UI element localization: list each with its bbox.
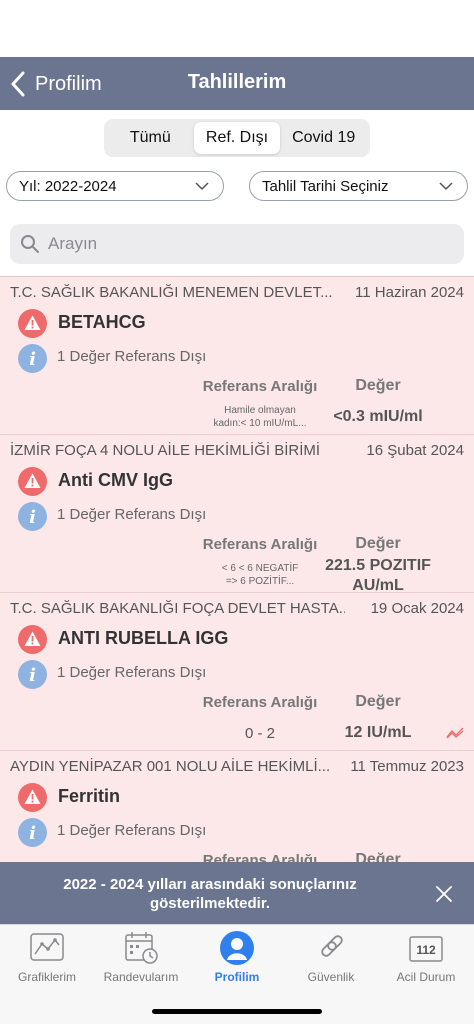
value-header: Değer xyxy=(355,377,401,394)
value-line: 12 IU/mL xyxy=(344,724,412,741)
warning-icon xyxy=(18,783,47,812)
reference-range-header: Referans Aralığı xyxy=(202,378,318,395)
result-date: 19 Ocak 2024 xyxy=(370,600,464,617)
test-name: Ferritin xyxy=(58,786,121,806)
test-date-dropdown-value: Tahlil Tarihi Seçiniz xyxy=(262,177,389,195)
result-date: 11 Temmuz 2023 xyxy=(350,758,464,775)
warning-icon xyxy=(18,467,47,496)
reference-range: Hamile olmayan kadın:< 10 mIU/mL... xyxy=(200,404,320,430)
year-dropdown-value: Yıl: 2022-2024 xyxy=(19,177,117,195)
home-indicator xyxy=(152,1009,322,1014)
result-card[interactable]: AYDIN YENİPAZAR 001 NOLU AİLE HEKİMLİ...… xyxy=(0,751,474,862)
search-input[interactable]: Arayın xyxy=(10,224,464,264)
tab-label: Güvenlik xyxy=(307,970,355,984)
result-card[interactable]: T.C. SAĞLIK BAKANLIĞI MENEMEN DEVLET... … xyxy=(0,277,474,435)
out-of-range-count: 1 Değer Referans Dışı xyxy=(57,348,207,365)
value-line: <0.3 mIU/ml xyxy=(333,408,423,425)
institution-name: İZMİR FOÇA 4 NOLU AİLE HEKİMLİĞİ BİRİMİ xyxy=(10,442,321,459)
reference-range-header: Referans Aralığı xyxy=(202,694,318,711)
reference-range: < 6 < 6 NEGATİF => 6 POZİTİF... xyxy=(200,562,320,588)
tab-label: Randevularım xyxy=(103,970,179,984)
chart-icon xyxy=(30,933,64,961)
institution-name: T.C. SAĞLIK BAKANLIĞI FOÇA DEVLET HASTA.… xyxy=(10,600,345,617)
test-date-dropdown[interactable]: Tahlil Tarihi Seçiniz xyxy=(249,171,468,201)
chevron-down-icon xyxy=(439,181,453,190)
info-icon: i xyxy=(18,344,47,373)
segment-covid-19[interactable]: Covid 19 xyxy=(280,122,367,154)
results-list: T.C. SAĞLIK BAKANLIĞI MENEMEN DEVLET... … xyxy=(0,276,474,862)
result-value: 12 IU/mL xyxy=(318,723,438,743)
reference-range: 0 - 2 xyxy=(244,725,275,742)
segment-all[interactable]: Tümü xyxy=(107,122,194,154)
tab-emergency[interactable]: 112 Acil Durum xyxy=(381,930,471,990)
emergency-badge: 112 xyxy=(416,943,436,957)
value-line: 221.5 POZITIF xyxy=(325,557,431,574)
reference-range-header: Referans Aralığı xyxy=(202,852,318,862)
out-of-range-count: 1 Değer Referans Dışı xyxy=(57,822,207,839)
value-header: Değer xyxy=(355,693,401,710)
result-date: 11 Haziran 2024 xyxy=(355,284,464,301)
link-icon xyxy=(321,935,343,957)
reference-line: => 6 POZİTİF... xyxy=(225,576,295,587)
out-of-range-count: 1 Değer Referans Dışı xyxy=(57,664,207,681)
emergency-112-icon: 112 xyxy=(409,936,443,962)
result-card[interactable]: İZMİR FOÇA 4 NOLU AİLE HEKİMLİĞİ BİRİMİ … xyxy=(0,435,474,596)
tab-label: Acil Durum xyxy=(396,970,456,984)
svg-text:i: i xyxy=(29,507,36,528)
calendar-icon xyxy=(125,932,158,964)
reference-line: kadın:< 10 mIU/mL... xyxy=(213,418,307,429)
tab-appointments[interactable]: Randevularım xyxy=(96,930,186,990)
card-header: AYDIN YENİPAZAR 001 NOLU AİLE HEKİMLİ...… xyxy=(10,758,464,778)
navigation-bar: Profilim Tahlillerim xyxy=(0,57,474,110)
card-header: İZMİR FOÇA 4 NOLU AİLE HEKİMLİĞİ BİRİMİ … xyxy=(10,442,464,462)
trend-chart-icon[interactable] xyxy=(446,727,464,739)
card-header: T.C. SAĞLIK BAKANLIĞI FOÇA DEVLET HASTA.… xyxy=(10,600,464,620)
profile-icon xyxy=(220,931,254,965)
result-value: <0.3 mIU/ml xyxy=(318,407,438,427)
info-banner: 2022 - 2024 yılları arasındaki sonuçları… xyxy=(0,862,474,924)
info-icon: i xyxy=(18,502,47,531)
segment-out-of-reference[interactable]: Ref. Dışı xyxy=(193,122,281,154)
test-name: BETAHCG xyxy=(58,312,146,332)
reference-line: Hamile olmayan xyxy=(224,405,296,416)
info-icon: i xyxy=(18,818,47,847)
institution-name: AYDIN YENİPAZAR 001 NOLU AİLE HEKİMLİ... xyxy=(10,758,331,775)
search-icon xyxy=(21,235,39,253)
reference-line: < 6 < 6 NEGATİF xyxy=(221,563,299,574)
page-title: Tahlillerim xyxy=(187,71,287,93)
out-of-range-count: 1 Değer Referans Dışı xyxy=(57,506,207,523)
result-value: 221.5 POZITIF AU/mL xyxy=(318,556,438,596)
tab-graphs[interactable]: Grafiklerim xyxy=(2,930,92,990)
chevron-down-icon xyxy=(195,181,209,190)
svg-text:i: i xyxy=(29,349,36,370)
close-icon[interactable] xyxy=(433,883,455,905)
tab-label: Grafiklerim xyxy=(17,970,76,984)
banner-message: 2022 - 2024 yılları arasındaki sonuçları… xyxy=(63,876,357,912)
institution-name: T.C. SAĞLIK BAKANLIĞI MENEMEN DEVLET... xyxy=(10,284,333,301)
info-icon: i xyxy=(18,660,47,689)
svg-text:i: i xyxy=(29,823,36,844)
test-name: Anti CMV IgG xyxy=(58,470,173,490)
status-bar xyxy=(0,0,474,57)
result-card[interactable]: T.C. SAĞLIK BAKANLIĞI FOÇA DEVLET HASTA.… xyxy=(0,593,474,751)
warning-icon xyxy=(18,625,47,654)
svg-text:i: i xyxy=(29,665,36,686)
result-date: 16 Şubat 2024 xyxy=(366,442,464,459)
card-header: T.C. SAĞLIK BAKANLIĞI MENEMEN DEVLET... … xyxy=(10,284,464,304)
year-dropdown[interactable]: Yıl: 2022-2024 xyxy=(6,171,224,201)
tab-security[interactable]: Güvenlik xyxy=(286,930,376,990)
reference-range-header: Referans Aralığı xyxy=(202,536,318,553)
filter-segmented-control: Tümü Ref. Dışı Covid 19 xyxy=(104,119,370,157)
test-name: ANTI RUBELLA IGG xyxy=(58,628,229,648)
value-header: Değer xyxy=(355,851,401,862)
search-placeholder: Arayın xyxy=(48,234,98,253)
tab-label: Profilim xyxy=(214,970,260,984)
warning-icon xyxy=(18,309,47,338)
value-header: Değer xyxy=(355,535,401,552)
tab-profile[interactable]: Profilim xyxy=(192,930,282,990)
